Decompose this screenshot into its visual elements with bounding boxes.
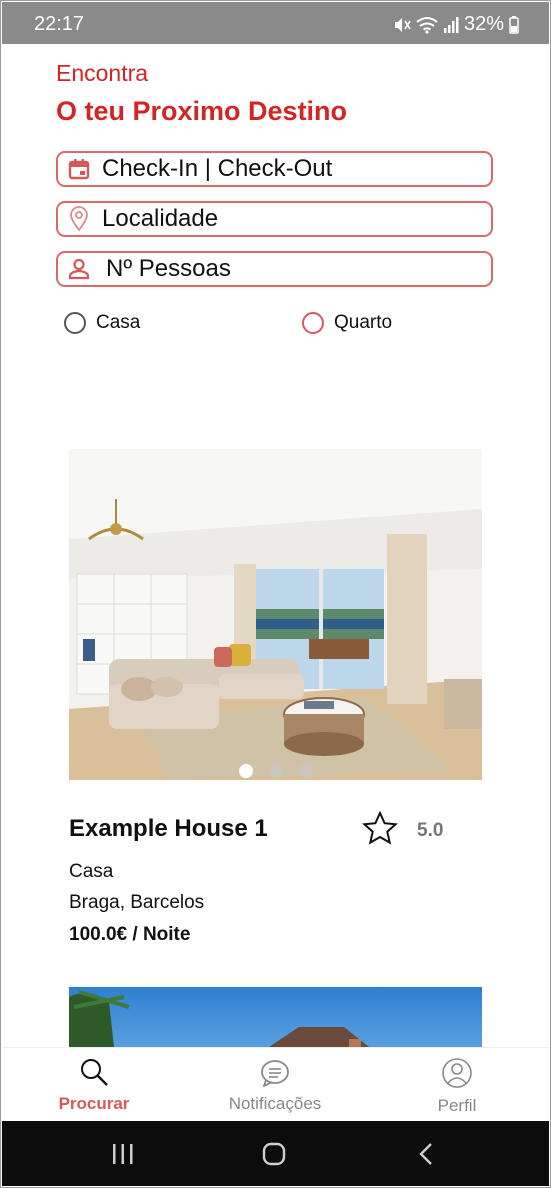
radio-house-circle[interactable] — [64, 312, 86, 334]
people-field[interactable]: Nº Pessoas — [56, 251, 493, 287]
carousel-dot[interactable] — [268, 764, 283, 778]
star-icon[interactable] — [362, 810, 398, 850]
chat-icon — [260, 1059, 290, 1092]
search-icon — [79, 1057, 109, 1092]
battery-icon — [509, 15, 519, 34]
radio-house[interactable]: Casa — [64, 312, 140, 334]
nav-search-label: Procurar — [58, 1094, 130, 1113]
listing-type: Casa — [69, 861, 114, 882]
person-icon — [66, 256, 92, 282]
system-navigation-bar — [2, 1121, 549, 1186]
status-icons: 32% — [393, 13, 519, 36]
nav-profile[interactable]: Perfil — [387, 1048, 527, 1116]
listing-image-carousel[interactable] — [69, 449, 482, 780]
status-bar: 22:17 32% — [2, 2, 549, 44]
tagline: Encontra — [56, 60, 149, 86]
radio-room[interactable]: Quarto — [302, 312, 392, 334]
people-field-text: Nº Pessoas — [106, 255, 231, 282]
listing-location: Braga, Barcelos — [69, 892, 205, 913]
bottom-navigation: Procurar Notificações Perfil — [2, 1047, 549, 1122]
wifi-icon — [416, 16, 438, 34]
recent-apps-icon[interactable] — [112, 1143, 134, 1170]
signal-icon — [443, 16, 459, 34]
location-pin-icon — [66, 206, 92, 232]
dates-field[interactable]: Check-In | Check-Out — [56, 151, 493, 187]
carousel-dot[interactable] — [238, 764, 253, 778]
carousel-dots — [69, 764, 482, 778]
radio-room-label: Quarto — [334, 312, 393, 333]
nav-search[interactable]: Procurar — [24, 1048, 164, 1114]
radio-room-circle[interactable] — [302, 312, 324, 334]
nav-profile-label: Perfil — [437, 1096, 477, 1115]
nav-notifications[interactable]: Notificações — [205, 1048, 345, 1114]
status-time: 22:17 — [34, 13, 85, 35]
back-icon[interactable] — [418, 1142, 434, 1171]
profile-icon — [441, 1057, 473, 1094]
listing-image-2[interactable] — [69, 987, 482, 1047]
listing-rating: 5.0 — [417, 820, 444, 841]
battery-text: 32% — [463, 13, 504, 35]
location-field-text: Localidade — [102, 205, 219, 232]
radio-house-label: Casa — [96, 312, 141, 333]
page-title: O teu Proximo Destino — [56, 96, 348, 126]
listing-title[interactable]: Example House 1 — [69, 815, 268, 843]
calendar-icon — [66, 156, 92, 182]
mute-icon — [393, 16, 411, 34]
listing-price: 100.0€ / Noite — [69, 924, 191, 945]
carousel-dot[interactable] — [298, 764, 313, 778]
location-field[interactable]: Localidade — [56, 201, 493, 237]
home-icon[interactable] — [262, 1142, 286, 1171]
nav-notifications-label: Notificações — [228, 1094, 322, 1113]
dates-field-text: Check-In | Check-Out — [102, 155, 333, 182]
